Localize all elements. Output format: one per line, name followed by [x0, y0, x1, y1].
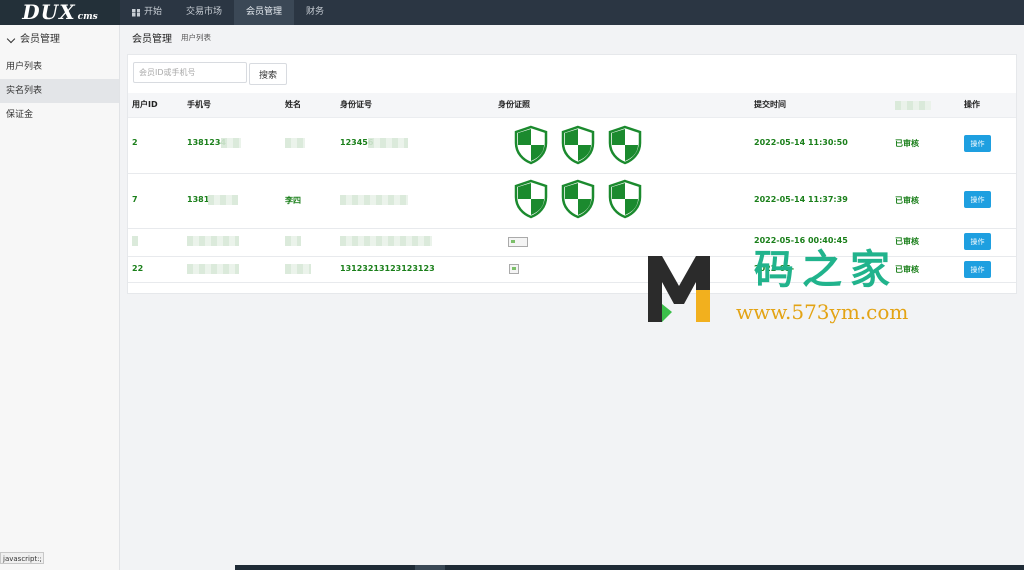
cell-submit-time: 2022-05-14 11:37:39 — [754, 195, 848, 204]
redacted-idcard — [340, 195, 408, 205]
redacted-phone — [187, 236, 239, 246]
watermark-text: 码之家 — [754, 246, 898, 293]
action-button[interactable]: 操作 — [964, 135, 991, 152]
status-badge: 已审核 — [895, 196, 919, 205]
col-idcard: 身份证号 — [340, 100, 372, 109]
breadcrumb-sub: 用户列表 — [181, 33, 211, 42]
redacted-name — [285, 236, 301, 246]
redacted-phone — [187, 264, 239, 274]
redacted-user-id — [132, 236, 138, 246]
search-input[interactable] — [133, 62, 247, 83]
redacted-header — [895, 101, 931, 110]
sidebar-header[interactable]: 会员管理 — [0, 25, 119, 55]
cell-name: 李四 — [285, 196, 301, 205]
cell-submit-time: 2022-05-14 11:30:50 — [754, 138, 848, 147]
col-action: 操作 — [964, 100, 980, 109]
cell-submit-time: 2022-05-16 00:40:45 — [754, 236, 848, 245]
col-submit-time: 提交时间 — [754, 100, 786, 109]
nav-item-market[interactable]: 交易市场 — [174, 0, 234, 25]
broken-image-icon[interactable] — [508, 237, 528, 247]
status-badge: 已审核 — [895, 139, 919, 148]
col-idphoto: 身份证照 — [498, 100, 530, 109]
redacted-phone — [221, 138, 241, 148]
cell-user-id: 2 — [132, 138, 138, 147]
top-nav: 开始 交易市场 会员管理 财务 — [120, 0, 336, 25]
redacted-name — [285, 264, 311, 274]
cell-idcard: 13123213123123123 — [340, 264, 435, 273]
sidebar-item-user-list[interactable]: 用户列表 — [0, 55, 119, 79]
sidebar-item-realname-list[interactable]: 实名列表 — [0, 79, 119, 103]
page-title: 会员管理 — [132, 34, 172, 45]
col-phone: 手机号 — [187, 100, 211, 109]
watermark: 码之家 www.573ym.com — [640, 248, 940, 328]
redacted-phone — [208, 195, 238, 205]
nav-item-start[interactable]: 开始 — [120, 0, 174, 25]
taskbar-item[interactable] — [415, 565, 445, 570]
nav-item-finance[interactable]: 财务 — [294, 0, 336, 25]
id-photo-thumbnail[interactable] — [560, 125, 596, 165]
watermark-logo-icon — [648, 256, 710, 322]
col-user-id: 用户ID — [132, 100, 158, 109]
redacted-idcard — [340, 236, 432, 246]
chevron-down-icon — [6, 34, 16, 43]
cell-user-id: 22 — [132, 264, 144, 273]
table-row: 2 1381234 123456 2022-05-14 11:30:50 已审核… — [128, 117, 1016, 174]
browser-status-bar: javascript:; — [0, 552, 44, 564]
id-photo-thumbnail[interactable] — [513, 125, 549, 165]
id-photo-thumbnail[interactable] — [513, 179, 549, 219]
redacted-name — [285, 138, 305, 148]
nav-item-member[interactable]: 会员管理 — [234, 0, 295, 25]
app-logo[interactable]: DUX cms — [0, 0, 120, 25]
action-button[interactable]: 操作 — [964, 191, 991, 208]
id-photo-thumbnail[interactable] — [607, 179, 643, 219]
table-header: 用户ID 手机号 姓名 身份证号 身份证照 提交时间 操作 — [128, 93, 1016, 118]
windows-icon — [132, 8, 140, 17]
id-photo-thumbnail[interactable] — [560, 179, 596, 219]
sidebar-item-deposit[interactable]: 保证金 — [0, 103, 119, 127]
cell-phone: 1381 — [187, 195, 210, 204]
action-button[interactable]: 操作 — [964, 261, 991, 278]
taskbar — [235, 565, 1024, 570]
cell-user-id: 7 — [132, 195, 138, 204]
status-badge: 已审核 — [895, 237, 919, 246]
watermark-url: www.573ym.com — [736, 300, 909, 324]
col-name: 姓名 — [285, 100, 301, 109]
breadcrumb: 会员管理 用户列表 — [120, 25, 1024, 50]
broken-image-icon[interactable] — [509, 264, 519, 274]
table-row: 7 1381 李四 2022-05-14 11:37:39 已审核 操作 — [128, 173, 1016, 229]
sidebar: 会员管理 用户列表 实名列表 保证金 — [0, 25, 120, 570]
top-navbar: DUX cms 开始 交易市场 会员管理 财务 — [0, 0, 1024, 25]
redacted-idcard — [368, 138, 408, 148]
action-button[interactable]: 操作 — [964, 233, 991, 250]
id-photo-thumbnail[interactable] — [607, 125, 643, 165]
search-button[interactable]: 搜索 — [249, 63, 287, 85]
